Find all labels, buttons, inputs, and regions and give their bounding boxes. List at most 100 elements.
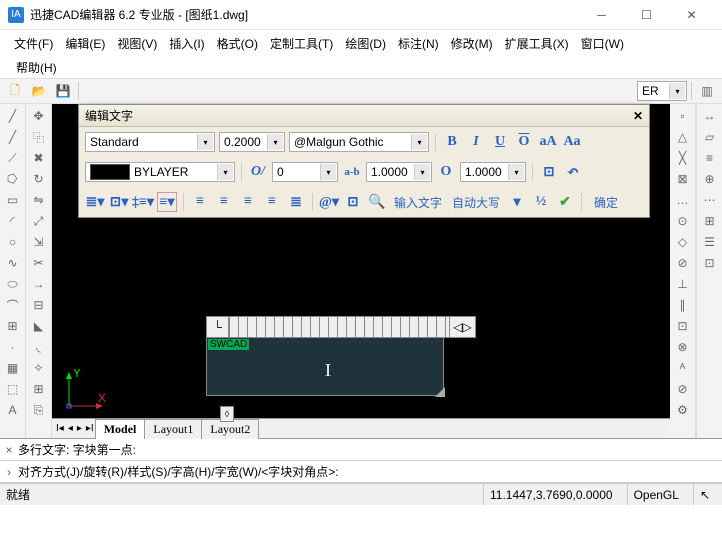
save-icon[interactable]: 💾 (52, 80, 74, 102)
mtext-ruler[interactable]: └ ◁▷ (206, 316, 476, 338)
numbering-icon[interactable]: ≡▾ (157, 192, 177, 212)
trim-icon[interactable]: ✂ (28, 253, 50, 273)
command-input-line[interactable]: › 对齐方式(J)/旋转(R)/样式(S)/字高(H)/字宽(W)/<字块对角点… (0, 461, 722, 483)
area-icon[interactable]: ▱ (699, 127, 721, 147)
rotate-icon[interactable]: ↻ (28, 169, 50, 189)
text-style-combo[interactable]: Standard▾ (85, 132, 215, 152)
snap-ins-icon[interactable]: ⊡ (672, 316, 694, 336)
extend-icon[interactable]: → (28, 274, 50, 294)
cmd-handle-icon[interactable]: › (0, 465, 18, 479)
tab-nav-next[interactable]: ▸ (75, 423, 84, 434)
snap-perp-icon[interactable]: ⊥ (672, 274, 694, 294)
rect-icon[interactable]: ▭ (2, 190, 24, 210)
arc-icon[interactable]: ◜ (2, 211, 24, 231)
snap-int-icon[interactable]: ╳ (672, 148, 694, 168)
id-icon[interactable]: ⊕ (699, 169, 721, 189)
fillet-icon[interactable]: ◟ (28, 337, 50, 357)
snap-tan-icon[interactable]: ⊘ (672, 253, 694, 273)
snap-ext-icon[interactable]: … (672, 190, 694, 210)
columns-icon[interactable]: ≣▾ (85, 192, 105, 212)
layer-combo-stub[interactable]: ER▾ (637, 81, 687, 101)
cmd-close-icon[interactable]: × (0, 443, 18, 457)
list-icon[interactable]: ≡ (699, 148, 721, 168)
status-cursor-icon[interactable]: ↖ (693, 484, 716, 505)
text-height-combo[interactable]: 0.2000▾ (219, 132, 285, 152)
align-justify-icon[interactable]: ≡ (262, 192, 282, 212)
point-icon[interactable]: · (2, 337, 24, 357)
field-icon[interactable]: ⊡ (343, 192, 363, 212)
case-upper-button[interactable]: Aa (562, 132, 582, 152)
case-lower-button[interactable]: aA (538, 132, 558, 152)
ruler-width-handles[interactable]: ◁▷ (449, 317, 475, 337)
chamfer-icon[interactable]: ◣ (28, 316, 50, 336)
width-factor-combo[interactable]: 1.0000▾ (460, 162, 526, 182)
menu-ext-tools[interactable]: 扩展工具(X) (501, 32, 573, 55)
tab-nav-first[interactable]: I◂ (54, 423, 66, 434)
xline-icon[interactable]: ⟋ (2, 148, 24, 168)
circle-icon[interactable]: ○ (2, 232, 24, 252)
font-combo[interactable]: @Malgun Gothic▾ (289, 132, 429, 152)
overline-button[interactable]: O (514, 132, 534, 152)
dist-icon[interactable]: ↔ (699, 106, 721, 126)
align-dist-icon[interactable]: ≣ (286, 192, 306, 212)
linespacing-icon[interactable]: ‡≡▾ (133, 192, 153, 212)
polyline-icon[interactable]: ╱ (2, 127, 24, 147)
ruler-tab-handle[interactable]: ◊ (220, 406, 234, 422)
symbol-at-icon[interactable]: @▾ (319, 192, 339, 212)
snap-settings-icon[interactable]: ⚙ (672, 400, 694, 420)
close-button[interactable]: ✕ (669, 1, 714, 29)
snap-quad-icon[interactable]: ◇ (672, 232, 694, 252)
misc3-icon[interactable]: ☰ (699, 232, 721, 252)
stack-icon[interactable]: ½ (531, 192, 551, 212)
underline-button[interactable]: U (490, 132, 510, 152)
tab-nav-prev[interactable]: ◂ (66, 423, 75, 434)
menu-modify[interactable]: 修改(M) (447, 32, 497, 55)
ok-button[interactable]: 确定 (588, 192, 624, 213)
menu-window[interactable]: 窗口(W) (577, 32, 628, 55)
resize-grip-icon[interactable] (435, 387, 445, 397)
scale-icon[interactable]: ⤢ (28, 211, 50, 231)
autocaps-dropdown-icon[interactable]: ▾ (507, 192, 527, 212)
snap-end-icon[interactable]: ▫ (672, 106, 694, 126)
mirror-icon[interactable]: ⇋ (28, 190, 50, 210)
ruler-toggle-icon[interactable]: ⊡ (539, 162, 559, 182)
hatch-icon[interactable]: ▦ (2, 358, 24, 378)
stretch-icon[interactable]: ⇲ (28, 232, 50, 252)
tab-model[interactable]: Model (95, 419, 146, 439)
mtext-text-area[interactable]: SWCAD I (206, 338, 444, 396)
dialog-titlebar[interactable]: 编辑文字 ✕ (79, 105, 649, 127)
ruler-ticks[interactable] (229, 317, 449, 337)
region-icon[interactable]: ⬚ (2, 379, 24, 399)
misc4-icon[interactable]: ⊡ (699, 253, 721, 273)
explode-icon[interactable]: ✧ (28, 358, 50, 378)
minimize-button[interactable]: ─ (579, 1, 624, 29)
erase-icon[interactable]: ✖ (28, 148, 50, 168)
menu-custom-tools[interactable]: 定制工具(T) (266, 32, 337, 55)
snap-cen-icon[interactable]: ⊙ (672, 211, 694, 231)
insert-block-icon[interactable]: ⊞ (2, 316, 24, 336)
array-icon[interactable]: ⊞ (28, 379, 50, 399)
find-icon[interactable]: 🔍 (367, 192, 387, 212)
menu-edit[interactable]: 编辑(E) (61, 32, 109, 55)
align-left-icon[interactable]: ≡ (190, 192, 210, 212)
undo-icon[interactable]: ↶ (563, 162, 583, 182)
bold-button[interactable]: B (442, 132, 462, 152)
snap-near-icon[interactable]: ᴬ (672, 358, 694, 378)
menu-view[interactable]: 视图(V) (113, 32, 161, 55)
new-icon[interactable]: 🗋 (4, 80, 26, 102)
snap-appint-icon[interactable]: ⊠ (672, 169, 694, 189)
justify-icon[interactable]: ⊡▾ (109, 192, 129, 212)
maximize-button[interactable]: ☐ (624, 1, 669, 29)
tab-layout1[interactable]: Layout1 (144, 419, 202, 439)
open-icon[interactable]: 📂 (28, 80, 50, 102)
break-icon[interactable]: ⊟ (28, 295, 50, 315)
offset-icon[interactable]: ⎘ (28, 400, 50, 420)
copy-icon[interactable]: ⿻ (28, 127, 50, 147)
menu-format[interactable]: 格式(O) (213, 32, 262, 55)
italic-button[interactable]: I (466, 132, 486, 152)
ruler-indent-icon[interactable]: └ (207, 317, 229, 337)
ellipse-icon[interactable]: ⬭ (2, 274, 24, 294)
snap-mid-icon[interactable]: △ (672, 127, 694, 147)
autocaps-toggle[interactable]: 自动大写 (449, 194, 503, 211)
menu-help[interactable]: 帮助(H) (16, 59, 57, 76)
